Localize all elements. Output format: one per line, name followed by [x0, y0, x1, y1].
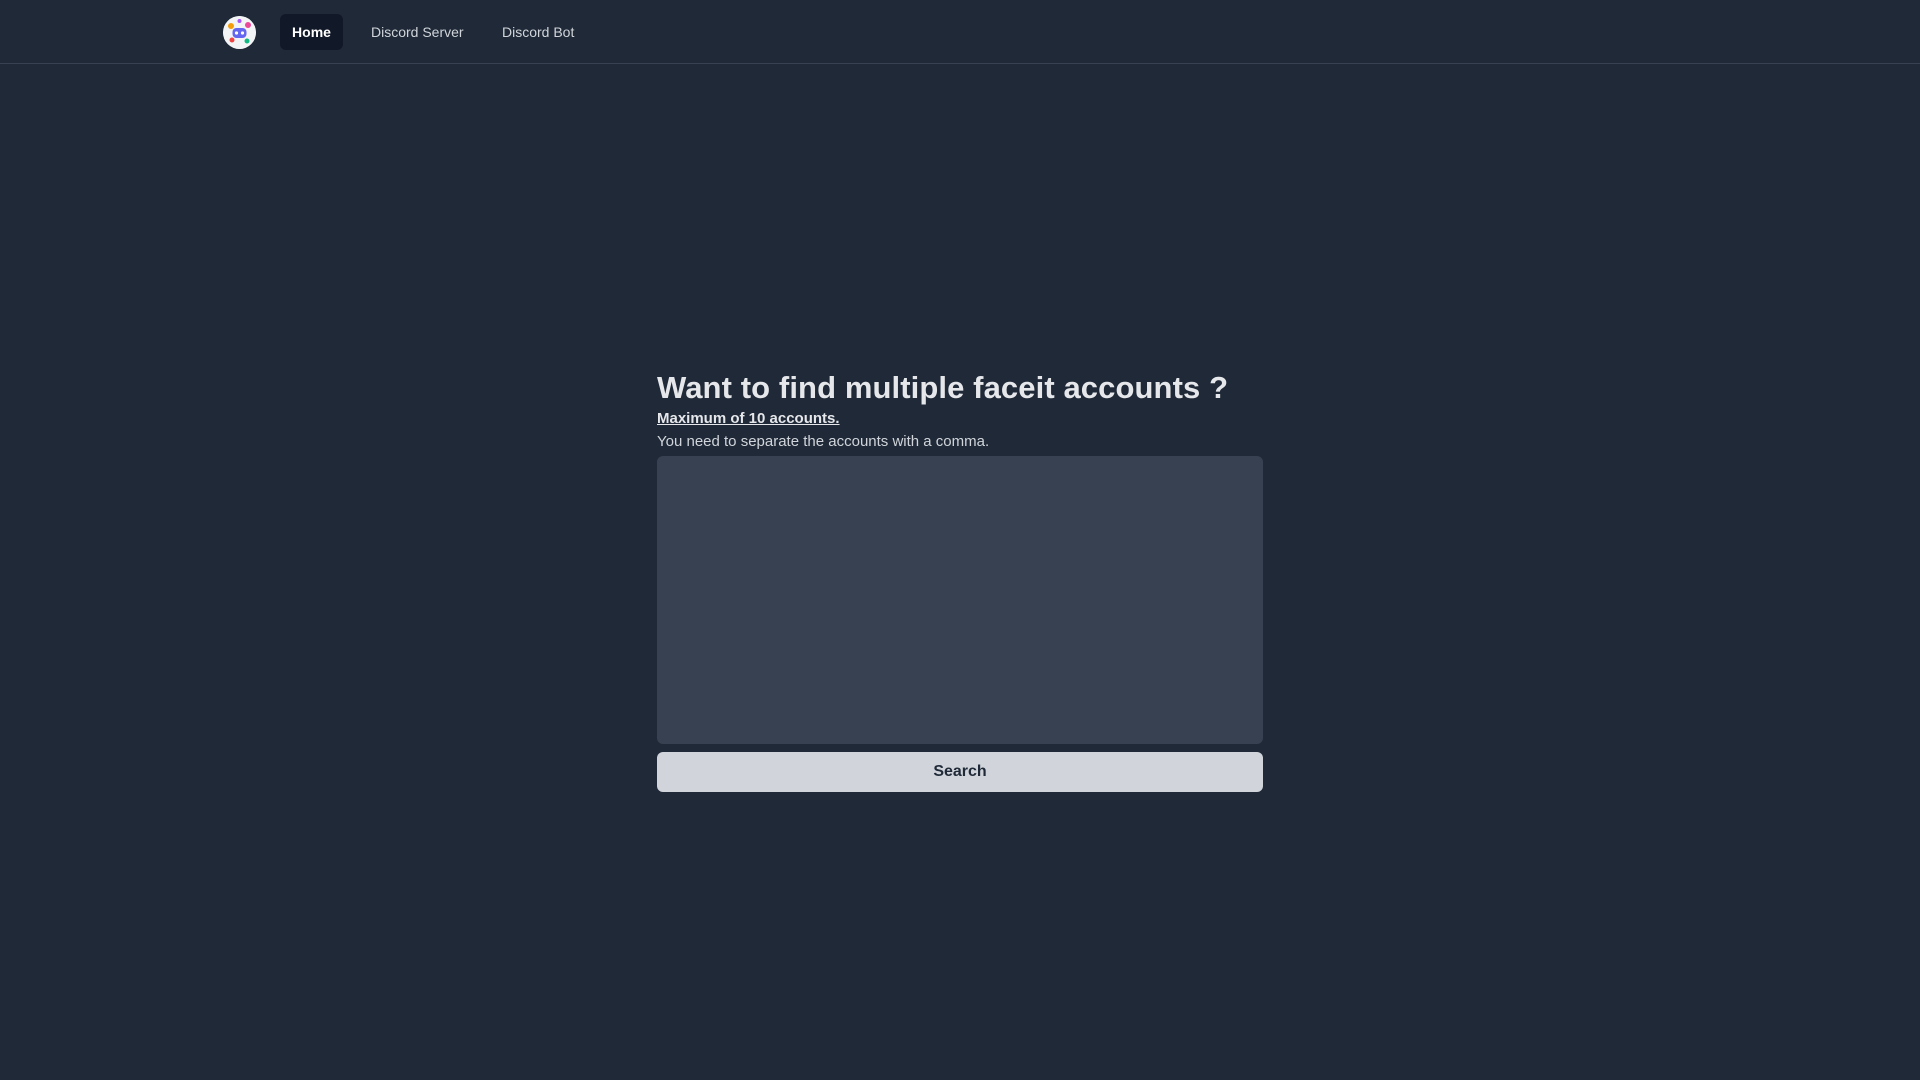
- page-title: Want to find multiple faceit accounts ?: [657, 370, 1229, 405]
- search-button[interactable]: Search: [657, 752, 1263, 792]
- nav-discord-bot-link[interactable]: Discord Bot: [490, 14, 586, 50]
- separator-help-text: You need to separate the accounts with a…: [657, 433, 990, 450]
- discord-bot-avatar-icon[interactable]: [223, 16, 256, 49]
- accounts-textarea[interactable]: [657, 456, 1263, 744]
- nav-home-link[interactable]: Home: [280, 14, 343, 50]
- nav-discord-server-link[interactable]: Discord Server: [359, 14, 476, 50]
- top-navbar: Home Discord Server Discord Bot: [0, 0, 1920, 64]
- multi-search-section: Want to find multiple faceit accounts ? …: [657, 368, 1263, 792]
- max-accounts-note: Maximum of 10 accounts.: [657, 410, 840, 427]
